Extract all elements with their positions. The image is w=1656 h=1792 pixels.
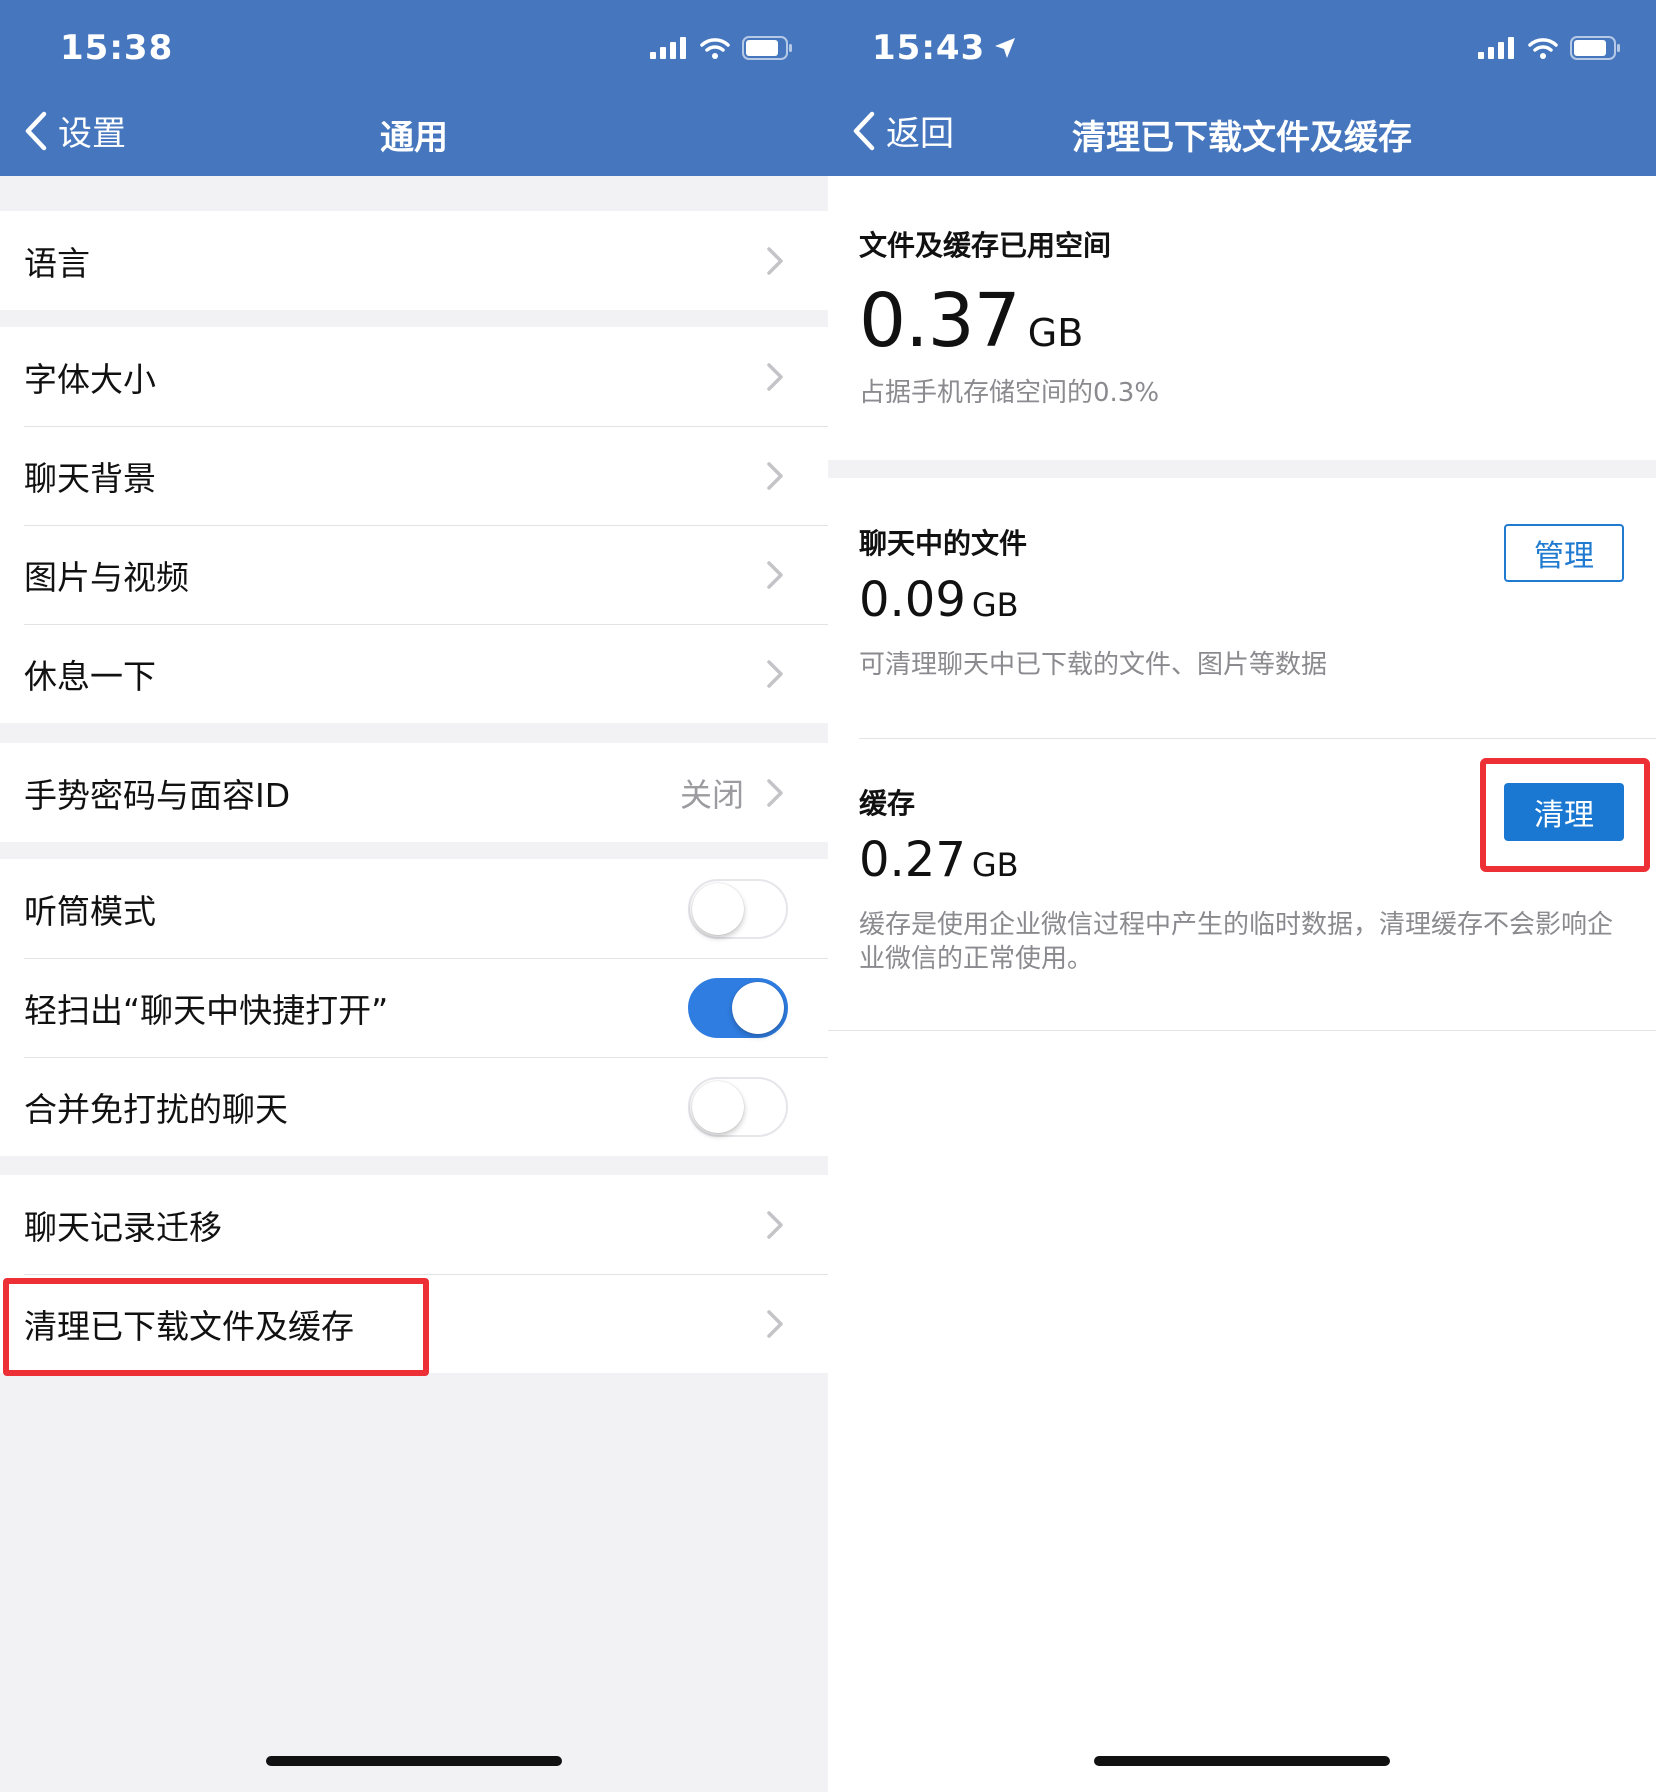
settings-item-value: 关闭: [679, 775, 744, 814]
settings-item-swipe-quick-open: 轻扫出“聊天中快捷打开”: [0, 958, 828, 1057]
row-divider: [859, 738, 1656, 739]
settings-item-clear-downloads-cache[interactable]: 清理已下载文件及缓存: [0, 1274, 828, 1373]
toggle-knob: [692, 882, 744, 935]
settings-item-earpiece-mode: 听筒模式: [0, 859, 828, 958]
settings-group-language: 语言: [0, 211, 828, 310]
chevron-right-icon: [767, 461, 783, 490]
row-divider: [828, 1030, 1656, 1031]
chat-files-amount: 0.09 GB: [859, 572, 1479, 628]
chat-files-section: 聊天中的文件 0.09 GB 可清理聊天中已下载的文件、图片等数据: [859, 522, 1479, 682]
settings-group-storage: 聊天记录迁移 清理已下载文件及缓存: [0, 1175, 828, 1373]
settings-group-security: 手势密码与面容ID 关闭: [0, 743, 828, 842]
chat-files-unit: GB: [971, 586, 1019, 624]
chevron-right-icon: [767, 778, 783, 807]
location-arrow-icon: [995, 38, 1016, 58]
settings-item-gesture-face-id[interactable]: 手势密码与面容ID 关闭: [0, 743, 828, 842]
total-storage-value: 0.37: [859, 278, 1021, 364]
nav-bar: 15:43 返回 清理已下载文件及缓存: [828, 0, 1656, 176]
settings-item-label: 合并免打扰的聊天: [24, 1089, 288, 1129]
settings-item-label: 轻扫出“聊天中快捷打开”: [24, 990, 389, 1030]
settings-item-label: 语言: [24, 243, 90, 283]
total-storage-section: 文件及缓存已用空间 0.37 GB 占据手机存储空间的0.3%: [859, 224, 1619, 410]
settings-item-label: 字体大小: [24, 359, 156, 399]
settings-item-photos-videos[interactable]: 图片与视频: [0, 525, 828, 624]
home-indicator[interactable]: [1094, 1756, 1390, 1766]
page-title: 清理已下载文件及缓存: [1072, 118, 1412, 158]
cache-value: 0.27: [859, 832, 966, 888]
settings-item-chat-background[interactable]: 聊天背景: [0, 426, 828, 525]
chevron-right-icon: [767, 362, 783, 391]
section-divider: [828, 460, 1656, 478]
wifi-icon: [700, 38, 730, 59]
settings-item-merge-muted-chats: 合并免打扰的聊天: [0, 1057, 828, 1156]
settings-item-label: 聊天记录迁移: [24, 1207, 222, 1247]
general-settings-screen: 15:38 设置 通用 语言 字体大小 聊天背景 图片与视频 休息一下 手势密码…: [0, 0, 828, 1792]
cache-unit: GB: [971, 846, 1019, 884]
swipe-quick-open-toggle[interactable]: [688, 977, 788, 1038]
battery-icon: [742, 36, 792, 60]
settings-item-language[interactable]: 语言: [0, 211, 828, 310]
chevron-right-icon: [767, 1309, 783, 1338]
settings-item-label: 聊天背景: [24, 458, 156, 498]
clear-cache-screen: 15:43 返回 清理已下载文件及缓存 文件及缓存已用空间 0.37 GB 占据…: [828, 0, 1656, 1792]
chevron-right-icon: [767, 1210, 783, 1239]
battery-icon: [1570, 36, 1620, 60]
settings-item-chat-history-migration[interactable]: 聊天记录迁移: [0, 1175, 828, 1274]
chevron-right-icon: [767, 659, 783, 688]
earpiece-mode-toggle[interactable]: [688, 878, 788, 939]
manage-button[interactable]: 管理: [1504, 524, 1624, 582]
status-time: 15:43: [872, 28, 986, 68]
chevron-right-icon: [767, 246, 783, 275]
total-storage-unit: GB: [1027, 311, 1084, 355]
toggle-knob: [692, 1080, 744, 1133]
settings-item-label: 图片与视频: [24, 557, 189, 597]
toggle-knob: [732, 981, 784, 1034]
wifi-icon: [1528, 38, 1558, 59]
total-storage-desc: 占据手机存储空间的0.3%: [859, 378, 1160, 408]
clear-cache-button[interactable]: 清理: [1504, 783, 1624, 841]
settings-item-label: 休息一下: [24, 656, 156, 696]
status-icons: [1478, 36, 1622, 60]
status-time-group: 15:43: [872, 28, 1017, 68]
chevron-right-icon: [767, 560, 783, 589]
cache-desc: 缓存是使用企业微信过程中产生的临时数据，清理缓存不会影响企业微信的正常使用。: [859, 910, 1614, 974]
total-storage-label: 文件及缓存已用空间: [859, 229, 1112, 262]
settings-item-label: 手势密码与面容ID: [24, 775, 291, 815]
signal-icon: [650, 37, 686, 59]
signal-icon: [1478, 37, 1514, 59]
total-storage-amount: 0.37 GB: [859, 278, 1619, 364]
nav-bar: 15:38 设置 通用: [0, 0, 828, 176]
chat-files-desc: 可清理聊天中已下载的文件、图片等数据: [859, 650, 1328, 680]
settings-item-font-size[interactable]: 字体大小: [0, 327, 828, 426]
chat-files-value: 0.09: [859, 572, 966, 628]
status-time: 15:38: [60, 28, 174, 68]
settings-group-display: 字体大小 聊天背景 图片与视频 休息一下: [0, 327, 828, 723]
page-title: 通用: [380, 118, 448, 158]
chat-files-label: 聊天中的文件: [859, 527, 1028, 560]
status-icons: [650, 36, 794, 60]
merge-muted-chats-toggle[interactable]: [688, 1076, 788, 1137]
settings-group-toggles: 听筒模式 轻扫出“聊天中快捷打开” 合并免打扰的聊天: [0, 859, 828, 1156]
home-indicator[interactable]: [266, 1756, 562, 1766]
settings-item-take-a-break[interactable]: 休息一下: [0, 624, 828, 723]
settings-item-label: 清理已下载文件及缓存: [24, 1306, 354, 1346]
settings-item-label: 听筒模式: [24, 891, 156, 931]
